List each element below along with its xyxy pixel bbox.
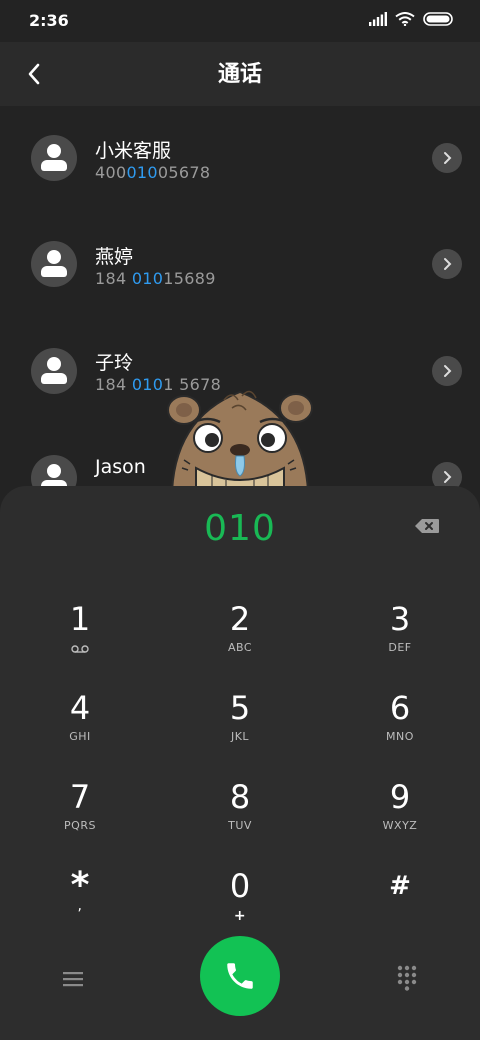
contact-row[interactable]: 燕婷 184 01015689 xyxy=(0,212,480,318)
key-letters: WXYZ xyxy=(382,819,418,832)
key-0[interactable]: 0 + xyxy=(180,858,300,936)
key-2[interactable]: 2 ABC xyxy=(180,591,300,669)
key-letters: JKL xyxy=(230,730,250,743)
voicemail-icon xyxy=(20,643,140,656)
key-8[interactable]: 8 TUV xyxy=(180,769,300,847)
contact-detail-button[interactable] xyxy=(432,356,462,386)
call-button[interactable] xyxy=(200,936,280,1016)
dialer-action-bar xyxy=(0,936,480,1016)
key-9[interactable]: 9 WXYZ xyxy=(340,769,460,847)
key-letters: TUV xyxy=(228,819,252,832)
contact-row[interactable]: 小米客服 40001005678 xyxy=(0,106,480,212)
phone-icon xyxy=(227,963,253,989)
page-title: 通话 xyxy=(217,62,262,87)
chevron-right-icon xyxy=(444,365,452,377)
key-digit: 5 xyxy=(229,689,251,727)
key-digit: # xyxy=(389,871,411,901)
key-digit: 1 xyxy=(69,600,91,638)
avatar-icon xyxy=(31,348,77,394)
avatar-icon xyxy=(31,241,77,287)
app-header: 通话 xyxy=(0,42,480,106)
key-digit: 9 xyxy=(389,778,411,816)
chevron-right-icon xyxy=(444,258,452,270)
key-1[interactable]: 1 xyxy=(20,591,140,669)
key-letters: + xyxy=(233,908,247,924)
wifi-icon xyxy=(395,12,415,26)
key-3[interactable]: 3 DEF xyxy=(340,591,460,669)
key-digit: 0 xyxy=(229,867,251,905)
backspace-icon xyxy=(415,519,439,533)
battery-icon xyxy=(423,12,453,26)
key-7[interactable]: 7 PQRS xyxy=(20,769,140,847)
contact-number: 40001005678 xyxy=(95,163,211,182)
key-letters: ABC xyxy=(227,641,253,654)
key-letters: GHI xyxy=(69,730,91,743)
chevron-right-icon xyxy=(444,152,452,164)
key-5[interactable]: 5 JKL xyxy=(180,680,300,758)
key-digit: 2 xyxy=(229,600,251,638)
contact-number: 184 01015689 xyxy=(95,269,216,288)
menu-icon xyxy=(63,972,83,987)
status-time: 2:36 xyxy=(29,11,69,30)
avatar-icon xyxy=(31,135,77,181)
key-star[interactable]: * , xyxy=(20,858,140,936)
key-hash[interactable]: # xyxy=(340,858,460,936)
contact-name: Jason xyxy=(95,456,146,478)
backspace-button[interactable] xyxy=(412,514,442,538)
key-digit: 4 xyxy=(69,689,91,727)
signal-icon xyxy=(369,12,387,26)
key-digit: 7 xyxy=(69,778,91,816)
status-icons xyxy=(369,12,453,26)
key-digit: 8 xyxy=(229,778,251,816)
key-letters: DEF xyxy=(388,641,412,654)
dialed-number-display[interactable]: 010 xyxy=(0,508,480,549)
contact-name: 小米客服 xyxy=(95,140,172,162)
dialpad-panel: 010 1 2 ABC 3 DEF 4 GHI 5 JKL 6 MNO 7 PQ… xyxy=(0,486,480,1040)
key-digit: 3 xyxy=(389,600,411,638)
key-letters: PQRS xyxy=(64,819,96,832)
key-4[interactable]: 4 GHI xyxy=(20,680,140,758)
chevron-right-icon xyxy=(444,471,452,483)
key-letters: , xyxy=(77,898,83,914)
contact-detail-button[interactable] xyxy=(432,143,462,173)
key-6[interactable]: 6 MNO xyxy=(340,680,460,758)
key-digit: 6 xyxy=(389,689,411,727)
status-bar: 2:36 xyxy=(0,0,480,42)
contact-detail-button[interactable] xyxy=(432,249,462,279)
key-letters: MNO xyxy=(386,730,414,743)
contact-name: 燕婷 xyxy=(95,246,134,268)
menu-button[interactable] xyxy=(52,964,94,994)
dialpad-toggle-button[interactable] xyxy=(386,960,428,996)
contact-name: 子玲 xyxy=(95,352,134,374)
dialpad-icon xyxy=(397,965,417,991)
